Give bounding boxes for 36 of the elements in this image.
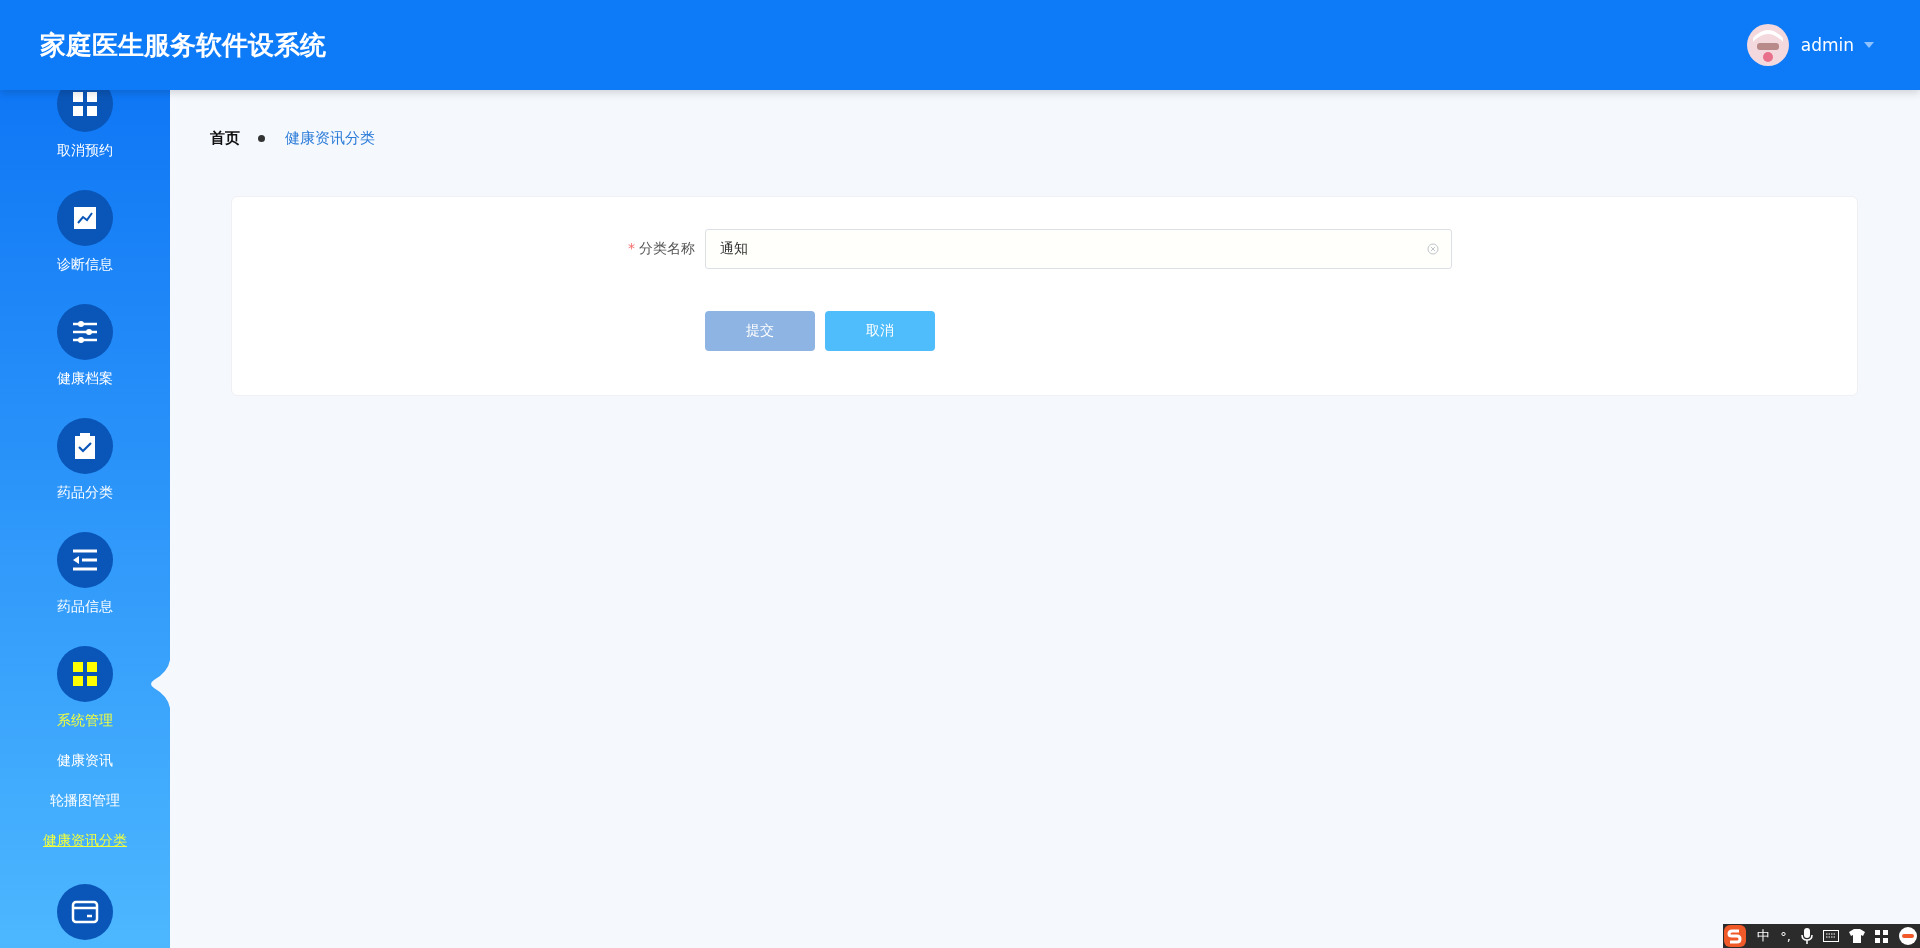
ime-mode[interactable]: °, — [1780, 928, 1791, 944]
grid-icon[interactable] — [1875, 929, 1888, 943]
menu-icon[interactable] — [57, 532, 113, 588]
input-field[interactable]: 通知 — [705, 229, 1452, 269]
menu-icon[interactable] — [57, 304, 113, 360]
ime-mode[interactable]: 中 — [1757, 927, 1771, 945]
mascot-icon[interactable] — [1898, 926, 1918, 946]
menu-icon[interactable] — [57, 90, 113, 132]
app-title: 家庭医生服务软件设系统 — [40, 28, 326, 62]
submenu-item[interactable]: 健康资讯分类 — [43, 830, 127, 850]
separator-icon — [258, 134, 265, 142]
menu-item[interactable]: 系统管理 — [57, 710, 113, 730]
menu-item[interactable]: 健康档案 — [57, 368, 113, 388]
active-indicator — [148, 660, 170, 708]
menu-item[interactable]: 诊断信息 — [57, 254, 113, 274]
breadcrumb-link[interactable]: 首页 — [210, 128, 240, 148]
cancel-button[interactable]: 取消 — [825, 311, 935, 351]
menu-icon[interactable] — [57, 190, 113, 246]
user-name[interactable]: admin — [1800, 35, 1854, 55]
breadcrumb-current: 健康资讯分类 — [285, 128, 375, 148]
menu-item[interactable]: 药品信息 — [57, 596, 113, 616]
shirt-icon[interactable] — [1849, 929, 1865, 943]
required-mark: * — [628, 240, 635, 256]
menu-item[interactable]: 药品分类 — [57, 482, 113, 502]
menu-icon[interactable] — [57, 646, 113, 702]
microphone-icon[interactable] — [1801, 928, 1813, 944]
menu-item[interactable]: 取消预约 — [57, 140, 113, 160]
menu-icon[interactable] — [57, 884, 113, 940]
keyboard-icon[interactable] — [1823, 930, 1839, 942]
avatar-icon[interactable] — [1746, 24, 1789, 66]
submenu-item[interactable]: 轮播图管理 — [50, 790, 120, 810]
submenu-item[interactable]: 健康资讯 — [57, 750, 113, 770]
field-label: * 分类名称 — [627, 240, 696, 258]
ime-logo-icon[interactable] — [1723, 924, 1748, 948]
menu-icon[interactable] — [57, 418, 113, 474]
submit-button[interactable]: 提交 — [705, 311, 815, 351]
